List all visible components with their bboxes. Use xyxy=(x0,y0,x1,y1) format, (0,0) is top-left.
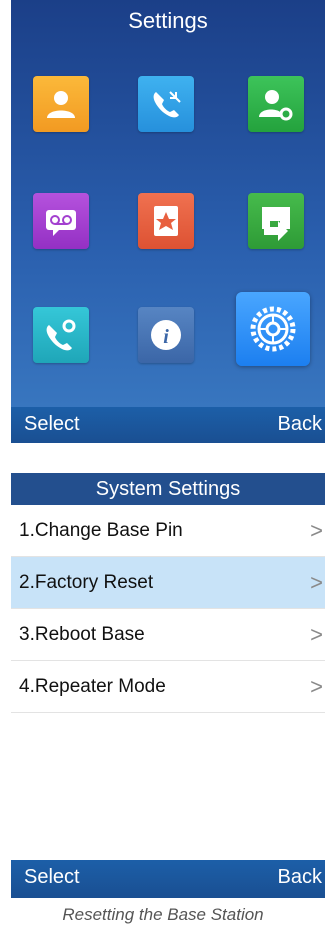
favorites-tile[interactable] xyxy=(138,193,194,249)
chevron-right-icon: > xyxy=(310,674,323,699)
back-softkey[interactable]: Back xyxy=(278,413,322,436)
voicemail-icon xyxy=(46,210,76,236)
info-tile[interactable]: i xyxy=(138,307,194,363)
menu-item-label: 4.Repeater Mode xyxy=(19,676,166,697)
voicemail-tile[interactable] xyxy=(33,193,89,249)
info-icon: i xyxy=(151,320,181,350)
call-history-icon xyxy=(153,91,181,118)
settings-screen: Settings i Select Back xyxy=(11,0,325,443)
select-softkey[interactable]: Select xyxy=(24,866,80,889)
back-softkey[interactable]: Back xyxy=(278,866,322,889)
contacts-icon xyxy=(47,91,75,118)
contacts-tile[interactable] xyxy=(33,76,89,132)
chevron-right-icon: > xyxy=(310,570,323,595)
menu-item-reboot-base[interactable]: 3.Reboot Base > xyxy=(11,609,325,661)
menu-item-label: 1.Change Base Pin xyxy=(19,520,183,541)
figure-caption: Resetting the Base Station xyxy=(62,905,264,924)
call-settings-icon xyxy=(46,319,76,351)
page-title: Settings xyxy=(128,8,208,33)
svg-text:i: i xyxy=(163,326,169,348)
menu-item-label: 2.Factory Reset xyxy=(19,572,154,593)
system-settings-screen: System Settings 1.Change Base Pin > 2.Fa… xyxy=(11,473,325,903)
menu-item-factory-reset[interactable]: 2.Factory Reset > xyxy=(11,557,325,609)
call-history-tile[interactable] xyxy=(138,76,194,132)
call-forward-icon xyxy=(262,207,290,241)
settings-gear-icon xyxy=(250,306,296,352)
contact-settings-tile[interactable] xyxy=(248,76,304,132)
call-forward-tile[interactable] xyxy=(248,193,304,249)
menu-item-label: 3.Reboot Base xyxy=(19,624,145,645)
page-title: System Settings xyxy=(11,473,325,505)
menu-item-change-base-pin[interactable]: 1.Change Base Pin > xyxy=(11,505,325,557)
contact-settings-icon xyxy=(259,90,293,121)
softkey-bar: Select Back xyxy=(11,860,325,898)
select-softkey[interactable]: Select xyxy=(24,413,80,436)
chevron-right-icon: > xyxy=(310,622,323,647)
favorites-icon xyxy=(154,206,178,236)
settings-tile[interactable] xyxy=(236,292,310,366)
softkey-bar: Select Back xyxy=(11,407,325,443)
chevron-right-icon: > xyxy=(310,518,323,543)
menu-item-repeater-mode[interactable]: 4.Repeater Mode > xyxy=(11,661,325,713)
call-settings-tile[interactable] xyxy=(33,307,89,363)
